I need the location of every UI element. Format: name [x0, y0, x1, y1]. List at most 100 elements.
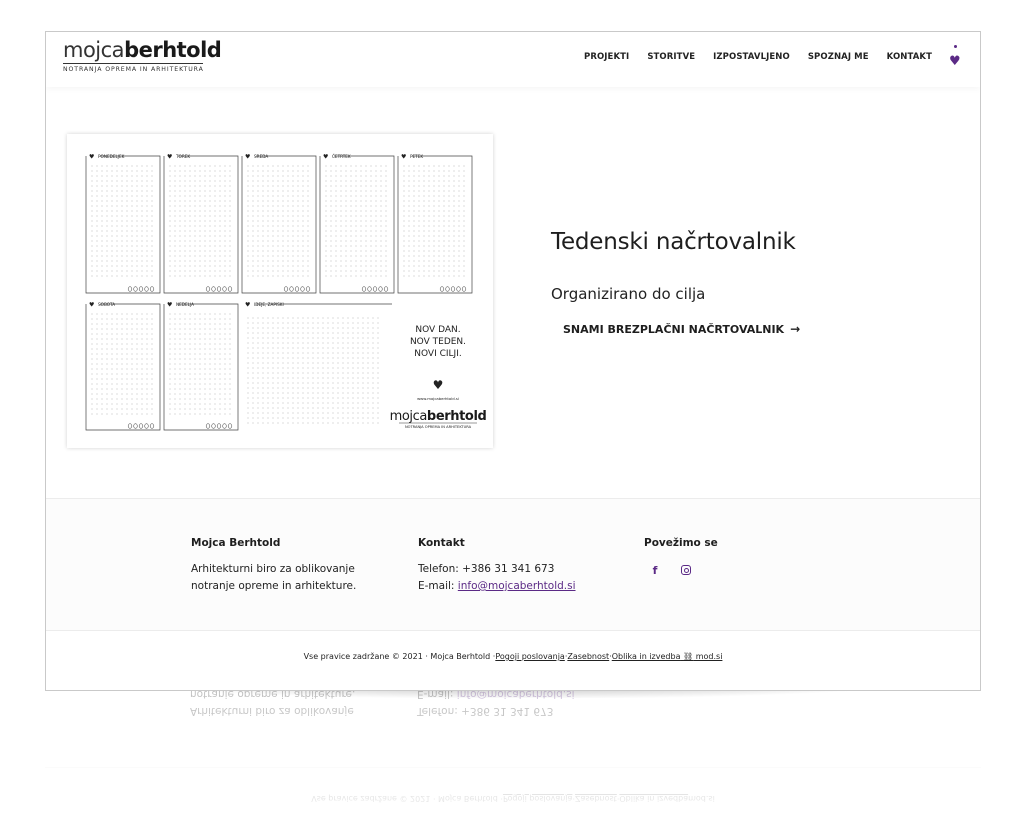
day-dots-6 [169, 313, 231, 415]
day-label-5: SOBOTA [98, 302, 115, 307]
ring-4-4 [461, 286, 467, 292]
logo-bold: berhtold [124, 38, 222, 62]
day-dots-0 [91, 165, 153, 277]
site-footer: Mojca Berhtold Arhitekturni biro za obli… [46, 499, 980, 630]
copyright-text: Vse pravice zadržane © 2021 · Mojca Berh… [303, 652, 496, 661]
ring-3-4 [383, 286, 389, 292]
day-heart-icon-1: ♥ [167, 154, 172, 161]
social-links: f [644, 561, 804, 579]
day-label-6: NEDELJA [176, 302, 194, 307]
favorites-button[interactable]: ♥ [949, 45, 962, 69]
nav-item-kontakt[interactable]: KONTAKT [887, 52, 932, 62]
ring-1-0 [205, 286, 211, 292]
ring-2-4 [305, 286, 311, 292]
planner-url: www.mojcaberhtold.si [417, 396, 459, 401]
day-heart-icon-0: ♥ [89, 154, 94, 161]
day-dots-1 [169, 165, 231, 277]
day-box-1 [163, 155, 239, 294]
planner-image[interactable]: ♥ PONEDELJEK ♥ TOREK ♥ SREDA ♥ ČETRTEK ♥ PETEK ♥ SO… [67, 134, 493, 448]
ring-3-0 [361, 286, 367, 292]
day-label-2: SREDA [254, 154, 268, 159]
download-planner-label: SNAMI BREZPLAČNI NAČRTOVALNIK [563, 322, 785, 336]
day-box-0 [85, 155, 161, 294]
logo-wordmark: mojcaberhtold [63, 38, 222, 62]
planner-logo: mojcaberhtold [390, 409, 487, 424]
day-box-2 [241, 155, 317, 294]
ring-4-2 [450, 286, 456, 292]
ring-3-2 [372, 286, 378, 292]
link-icon: ⛓ [683, 652, 694, 661]
browser-frame: mojcaberhtold NOTRANJA OPREMA IN ARHITEK… [45, 31, 981, 691]
privacy-link[interactable]: Zasebnost [567, 652, 609, 661]
site-logo[interactable]: mojcaberhtold NOTRANJA OPREMA IN ARHITEK… [63, 38, 222, 73]
footer-email-prefix: E-mail: [418, 580, 458, 592]
footer-about-title: Mojca Berhtold [191, 537, 281, 549]
reflection-fade [0, 691, 1024, 829]
page-subtitle: Organizirano do cilja [551, 285, 706, 303]
footer-about: Mojca Berhtold Arhitekturni biro za obli… [191, 535, 391, 595]
day-heart-icon-5: ♥ [89, 302, 94, 309]
ring-5-3 [144, 423, 149, 429]
ring-6-2 [216, 423, 222, 429]
logo-light: mojca [63, 38, 125, 62]
notes-heart-icon: ♥ [245, 302, 250, 309]
ring-2-1 [289, 286, 294, 292]
day-box-6 [163, 303, 239, 431]
design-credit-domain: mod.si [693, 652, 723, 661]
day-dots-5 [91, 313, 153, 415]
ring-1-3 [222, 286, 227, 292]
logo-tagline: NOTRANJA OPREMA IN ARHITEKTURA [63, 63, 203, 73]
design-credit-label: Oblika in izvedba [611, 652, 681, 661]
day-label-0: PONEDELJEK [98, 154, 125, 159]
ring-5-4 [149, 423, 155, 429]
ring-2-2 [294, 286, 300, 292]
nav-item-spoznaj-me[interactable]: SPOZNAJ ME [808, 52, 869, 62]
footer-email-line: E-mail: info@mojcaberhtold.si [418, 578, 618, 595]
footer-contact-title: Kontakt [418, 537, 465, 549]
ring-4-3 [456, 286, 461, 292]
ring-3-1 [367, 286, 372, 292]
ring-1-4 [227, 286, 233, 292]
instagram-link[interactable] [675, 561, 697, 579]
planner-graphic: ♥ PONEDELJEK ♥ TOREK ♥ SREDA ♥ ČETRTEK ♥ PETEK♥ SO… [85, 154, 487, 431]
ring-3-3 [378, 286, 383, 292]
ring-0-2 [138, 286, 144, 292]
page-title: Tedenski načrtovalnik [551, 229, 796, 255]
nav-item-storitve[interactable]: STORITVE [647, 52, 695, 62]
day-dots-2 [247, 165, 309, 277]
favorites-dot [954, 45, 957, 48]
day-dots-3 [325, 165, 387, 277]
heart-icon: ♥ [949, 54, 961, 69]
notes-dots [247, 317, 379, 424]
ring-6-4 [227, 423, 233, 429]
site-header: mojcaberhtold NOTRANJA OPREMA IN ARHITEK… [46, 32, 980, 87]
download-planner-link[interactable]: SNAMI BREZPLAČNI NAČRTOVALNIK → [563, 322, 800, 336]
day-heart-icon-3: ♥ [323, 154, 328, 161]
slogan-heart-icon: ♥ [433, 378, 444, 392]
footer-social: Povežimo se f [644, 535, 804, 579]
day-heart-icon-6: ♥ [167, 302, 172, 309]
ring-1-1 [211, 286, 216, 292]
footer-about-text: Arhitekturni biro za oblikovanje notranj… [191, 563, 357, 592]
ring-6-3 [222, 423, 227, 429]
ring-0-3 [144, 286, 149, 292]
footer-email-link[interactable]: info@mojcaberhtold.si [458, 580, 576, 592]
terms-link[interactable]: Pogoji poslovanja [495, 652, 564, 661]
nav-item-projekti[interactable]: PROJEKTI [584, 52, 629, 62]
main-nav: PROJEKTI STORITVE IZPOSTAVLJENO SPOZNAJ … [566, 45, 962, 69]
facebook-icon[interactable]: f [644, 561, 666, 579]
ring-4-1 [445, 286, 450, 292]
ring-1-2 [216, 286, 222, 292]
notes-label: IDEJE, ZAPISKI [254, 302, 284, 307]
planner-logo-sub: NOTRANJA OPREMA IN ARHITEKTURA [405, 425, 472, 429]
footer-phone: Telefon: +386 31 341 673 [418, 563, 555, 575]
instagram-icon [681, 565, 691, 575]
ring-6-1 [211, 423, 216, 429]
slogan-line-3: NOVI CILJI. [414, 349, 461, 359]
arrow-right-icon: → [790, 322, 801, 336]
slogan-line-1: NOV DAN. [415, 325, 460, 335]
day-label-1: TOREK [175, 154, 190, 159]
design-credit-link[interactable]: Oblika in izvedba ⛓ mod.si [612, 652, 723, 661]
ring-5-0 [127, 423, 133, 429]
nav-item-izpostavljeno[interactable]: IZPOSTAVLJENO [713, 52, 790, 62]
